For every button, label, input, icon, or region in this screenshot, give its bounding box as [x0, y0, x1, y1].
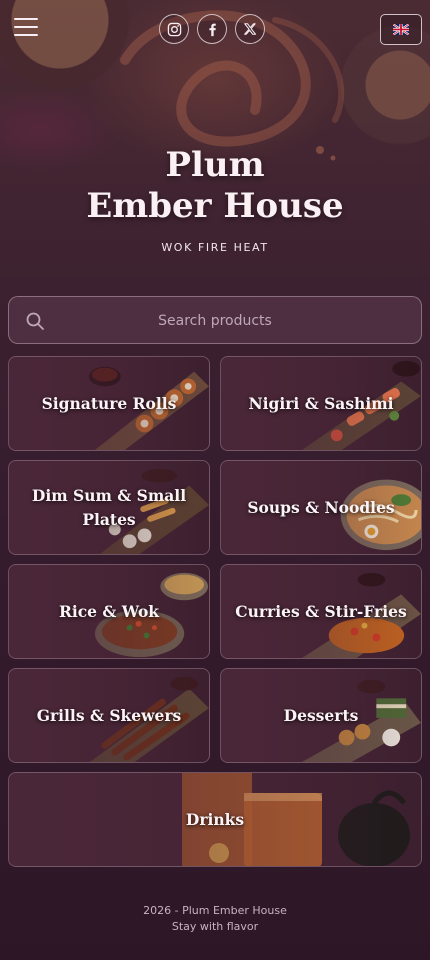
- category-card-signature-rolls[interactable]: Signature Rolls: [8, 356, 210, 451]
- category-card-grills-skewers[interactable]: Grills & Skewers: [8, 668, 210, 763]
- instagram-icon[interactable]: [159, 14, 189, 44]
- category-card-soups-noodles[interactable]: Soups & Noodles: [220, 460, 422, 555]
- footer-copyright: 2026 - Plum Ember House: [143, 904, 287, 917]
- language-selector[interactable]: [380, 14, 422, 45]
- category-label: Desserts: [283, 705, 359, 725]
- title-line-2: Ember House: [86, 186, 344, 226]
- category-card-drinks[interactable]: Drinks: [8, 772, 422, 867]
- top-bar: [0, 0, 430, 60]
- footer-slogan: Stay with flavor: [171, 920, 259, 933]
- category-card-curries-stir-fries[interactable]: Curries & Stir-Fries: [220, 564, 422, 659]
- category-card-dim-sum-small-plates[interactable]: Dim Sum & Small Plates: [8, 460, 210, 555]
- social-links: [159, 14, 265, 44]
- restaurant-name: Plum Ember House: [0, 145, 430, 227]
- category-label: Dim Sum & Small Plates: [31, 485, 187, 529]
- category-label: Soups & Noodles: [247, 497, 395, 517]
- hero: Plum Ember House WOK FIRE HEAT: [0, 145, 430, 254]
- footer: 2026 - Plum Ember House Stay with flavor: [0, 903, 430, 935]
- category-label: Grills & Skewers: [36, 705, 182, 725]
- category-card-nigiri-sashimi[interactable]: Nigiri & Sashimi: [220, 356, 422, 451]
- category-label: Nigiri & Sashimi: [248, 393, 394, 413]
- category-label: Signature Rolls: [41, 393, 177, 413]
- category-label: Curries & Stir-Fries: [235, 601, 407, 621]
- x-icon[interactable]: [235, 14, 265, 44]
- search-icon: [26, 312, 44, 330]
- tagline: WOK FIRE HEAT: [161, 241, 269, 254]
- uk-flag-icon: [393, 24, 409, 35]
- facebook-icon[interactable]: [197, 14, 227, 44]
- category-card-rice-wok[interactable]: Rice & Wok: [8, 564, 210, 659]
- search-input[interactable]: [49, 297, 381, 345]
- category-label: Drinks: [185, 809, 245, 829]
- category-card-desserts[interactable]: Desserts: [220, 668, 422, 763]
- title-line-1: Plum: [165, 145, 265, 185]
- hamburger-menu-icon[interactable]: [14, 18, 38, 40]
- search-bar: [8, 296, 422, 345]
- category-label: Rice & Wok: [58, 601, 160, 621]
